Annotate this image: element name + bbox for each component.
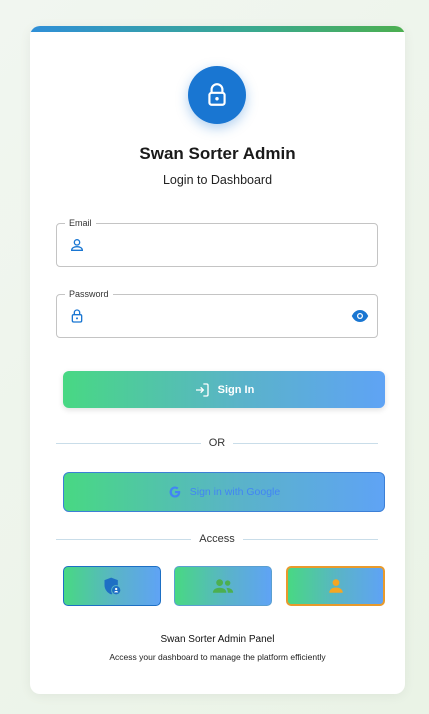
sign-in-label: Sign In bbox=[217, 383, 255, 396]
google-sign-in-button[interactable]: Sign in with Google bbox=[63, 472, 385, 512]
top-accent-bar bbox=[30, 26, 405, 32]
admin-shield-icon bbox=[104, 577, 121, 595]
google-icon bbox=[169, 486, 180, 498]
group-icon bbox=[212, 579, 234, 593]
lock-icon bbox=[208, 83, 226, 106]
password-field[interactable]: Password bbox=[56, 288, 378, 338]
login-icon bbox=[195, 382, 209, 397]
person-icon bbox=[328, 579, 343, 593]
page-subtitle: Login to Dashboard bbox=[162, 173, 273, 187]
access-divider: Access bbox=[56, 532, 378, 546]
footer-title: Swan Sorter Admin Panel bbox=[160, 634, 275, 645]
visibility-toggle-icon[interactable] bbox=[351, 308, 369, 324]
role-users-button[interactable] bbox=[174, 566, 272, 606]
login-card: Swan Sorter Admin Login to Dashboard Ema… bbox=[30, 26, 405, 694]
role-user-button[interactable] bbox=[286, 566, 385, 606]
password-input[interactable] bbox=[95, 303, 345, 329]
or-divider: OR bbox=[56, 436, 378, 450]
logo-badge bbox=[188, 66, 246, 124]
access-label: Access bbox=[199, 533, 235, 545]
email-input[interactable] bbox=[95, 232, 345, 258]
email-label: Email bbox=[65, 217, 96, 229]
or-label: OR bbox=[208, 437, 226, 449]
google-sign-in-label: Sign in with Google bbox=[189, 486, 281, 498]
lock-outline-icon bbox=[71, 309, 83, 323]
role-admin-button[interactable] bbox=[63, 566, 161, 606]
page-title: Swan Sorter Admin bbox=[139, 144, 296, 163]
sign-in-button[interactable]: Sign In bbox=[63, 371, 385, 408]
email-field[interactable]: Email bbox=[56, 217, 378, 267]
footer-description: Access your dashboard to manage the plat… bbox=[109, 652, 326, 662]
password-label: Password bbox=[65, 288, 113, 300]
person-outline-icon bbox=[70, 239, 84, 251]
